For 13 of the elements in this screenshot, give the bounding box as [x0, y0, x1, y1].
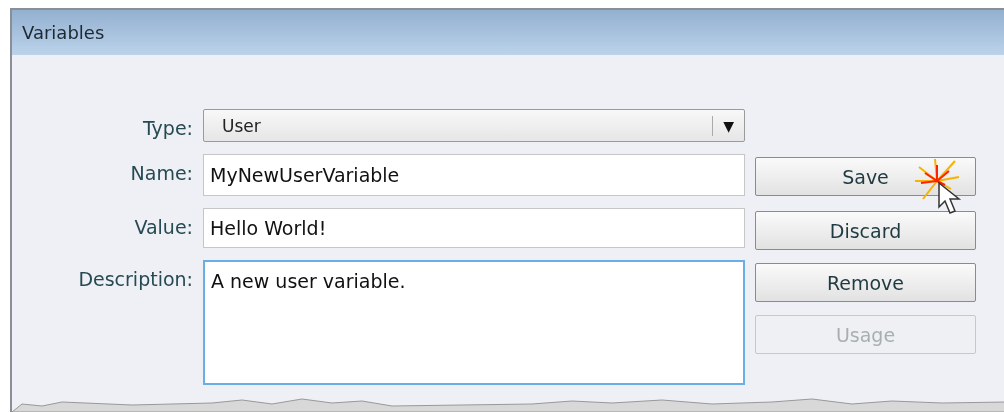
field-label: Name: — [129, 161, 193, 184]
description-field[interactable]: A new user variable. — [203, 260, 745, 385]
action-button[interactable]: Remove — [755, 263, 976, 302]
dropdown-arrow-icon[interactable]: ▼ — [723, 117, 734, 134]
action-button[interactable]: Discard — [755, 211, 976, 250]
field-label: Description: — [77, 267, 193, 290]
field-label: Value: — [133, 215, 193, 238]
type-dropdown[interactable]: User ▼ — [203, 109, 745, 142]
action-button[interactable]: Save — [755, 157, 976, 196]
window-title: Variables — [22, 22, 105, 43]
input-field[interactable]: MyNewUserVariable — [203, 154, 745, 196]
input-field[interactable]: Hello World! — [203, 208, 745, 248]
field-label: Type: — [141, 116, 193, 139]
